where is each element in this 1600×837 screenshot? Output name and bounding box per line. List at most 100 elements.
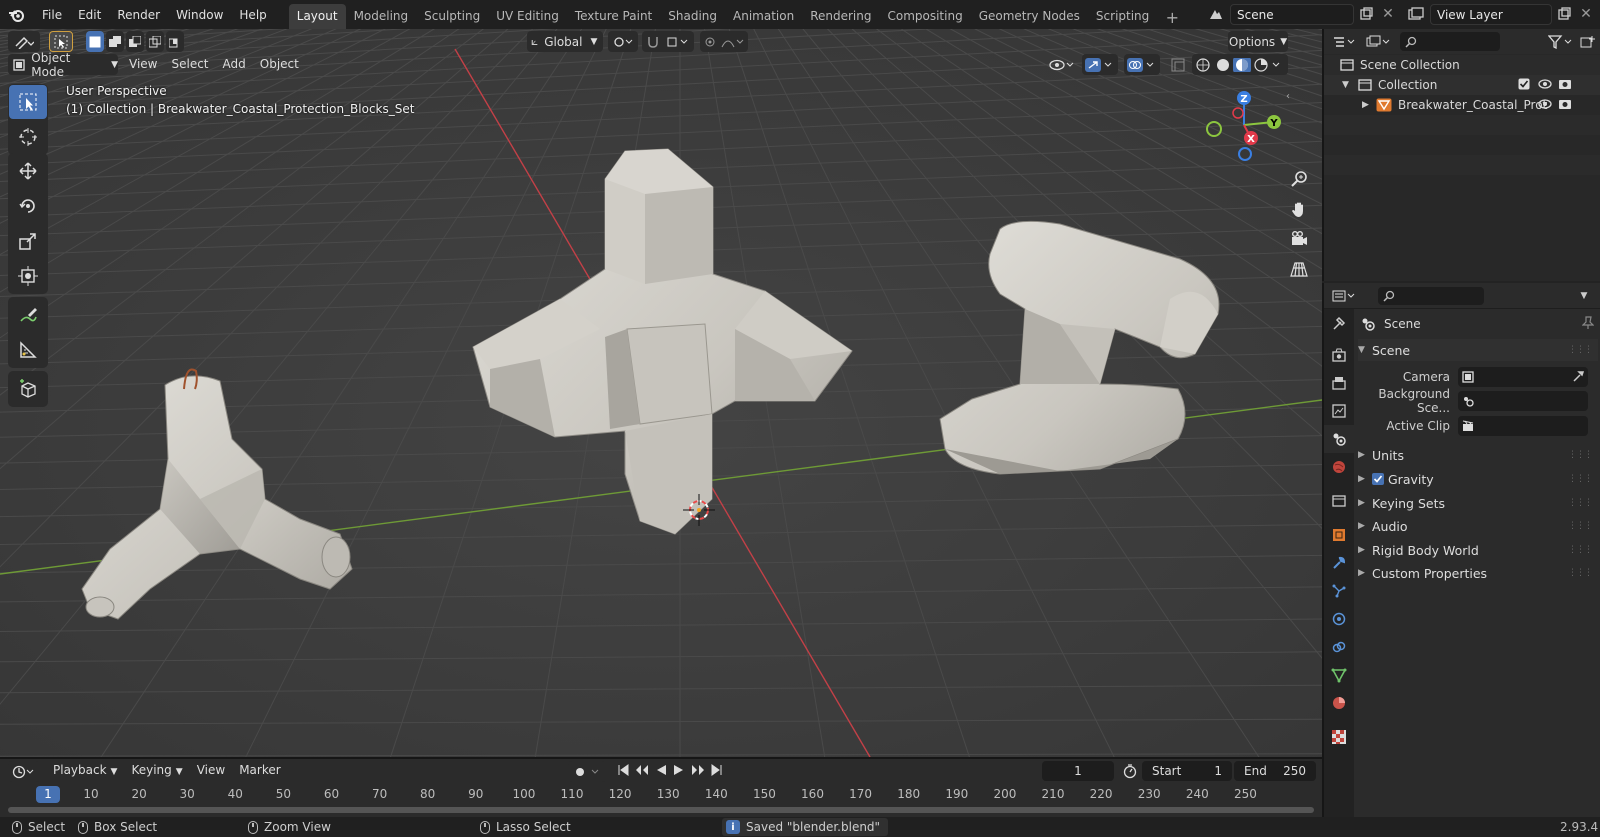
gravity-section[interactable]: ▶ Gravity ⋮⋮⋮ xyxy=(1358,468,1598,490)
pan-hand-icon[interactable] xyxy=(1284,195,1314,223)
proportional-editing-toggle[interactable] xyxy=(700,31,748,52)
editor-type-button[interactable] xyxy=(8,31,40,52)
frame-ruler[interactable]: 1 10 20 30 40 50 60 70 80 90 100 110 120 130 140 150 16… xyxy=(0,785,1322,805)
new-collection-icon[interactable] xyxy=(1578,32,1598,52)
scene-selector[interactable]: Scene xyxy=(1230,4,1354,25)
properties-search-input[interactable] xyxy=(1378,287,1484,305)
filter-icon[interactable] xyxy=(1546,32,1576,52)
drag-handle-icon[interactable]: ⋮⋮⋮ xyxy=(1568,474,1593,484)
delete-view-layer-icon[interactable]: ✕ xyxy=(1576,4,1596,24)
add-cube-tool[interactable] xyxy=(9,372,47,406)
eyedropper-icon[interactable] xyxy=(1572,370,1585,385)
mode-extend-icon[interactable] xyxy=(106,31,124,52)
menu-playback[interactable]: Playback ▼ xyxy=(46,760,124,781)
rigid-body-world-section[interactable]: ▶ Rigid Body World ⋮⋮⋮ xyxy=(1358,539,1598,561)
scene-tab-icon[interactable] xyxy=(1324,425,1354,453)
render-tab-icon[interactable] xyxy=(1324,341,1354,369)
menu-object[interactable]: Object xyxy=(253,54,306,75)
gizmo-neg-y-icon[interactable] xyxy=(1206,121,1222,137)
xray-toggle-icon[interactable] xyxy=(1168,54,1188,75)
view-layer-tab-icon[interactable] xyxy=(1324,397,1354,425)
current-frame-field[interactable]: 1 xyxy=(1042,761,1114,781)
visibility-eye-icon[interactable] xyxy=(1046,54,1078,75)
camera-view-icon[interactable] xyxy=(1284,225,1314,253)
rotate-tool[interactable] xyxy=(9,189,47,223)
material-tab-icon[interactable] xyxy=(1324,689,1354,717)
object-tab-icon[interactable] xyxy=(1324,521,1354,549)
properties-editor-type-icon[interactable] xyxy=(1330,286,1360,306)
tab-scripting[interactable]: Scripting xyxy=(1088,4,1157,29)
tab-uv-editing[interactable]: UV Editing xyxy=(488,4,567,29)
menu-help[interactable]: Help xyxy=(231,4,274,26)
play-icon[interactable] xyxy=(670,764,688,779)
data-tab-icon[interactable] xyxy=(1324,661,1354,689)
expand-arrow-icon[interactable]: ▶ xyxy=(1362,100,1376,110)
start-frame-field[interactable]: Start 1 xyxy=(1142,761,1232,781)
perspective-toggle-icon[interactable] xyxy=(1284,255,1314,283)
collapse-arrow-icon[interactable]: ▼ xyxy=(1342,80,1358,90)
menu-edit[interactable]: Edit xyxy=(70,4,109,26)
move-tool[interactable] xyxy=(9,154,47,188)
tab-sculpting[interactable]: Sculpting xyxy=(416,4,488,29)
tool-tab-icon[interactable] xyxy=(1324,309,1354,337)
overlays-toggle[interactable] xyxy=(1124,54,1160,75)
outliner-editor-type-icon[interactable] xyxy=(1330,32,1360,52)
menu-render[interactable]: Render xyxy=(109,4,168,26)
timeline-scrollbar[interactable] xyxy=(8,807,1314,813)
auto-keying-toggle[interactable] xyxy=(568,761,606,782)
menu-keying[interactable]: Keying ▼ xyxy=(124,760,189,781)
outliner-collection-row[interactable]: ▼ Collection xyxy=(1324,75,1600,95)
mode-intersect-icon[interactable] xyxy=(166,31,184,52)
add-workspace-button[interactable]: + xyxy=(1161,7,1183,29)
drag-handle-icon[interactable]: ⋮⋮⋮ xyxy=(1568,450,1593,460)
scale-tool[interactable] xyxy=(9,224,47,258)
drag-handle-icon[interactable]: ⋮⋮⋮ xyxy=(1568,568,1593,578)
tab-rendering[interactable]: Rendering xyxy=(802,4,879,29)
viewport-scene[interactable] xyxy=(0,29,1322,757)
measure-tool[interactable] xyxy=(9,333,47,367)
view-layer-icon[interactable] xyxy=(1406,4,1426,24)
select-box-tool[interactable] xyxy=(9,85,47,119)
snap-toggle[interactable] xyxy=(642,31,694,52)
outliner-scene-collection-row[interactable]: Scene Collection xyxy=(1324,55,1600,75)
exclude-checkbox-icon[interactable] xyxy=(1518,78,1530,93)
particles-tab-icon[interactable] xyxy=(1324,577,1354,605)
zoom-icon[interactable] xyxy=(1284,165,1314,193)
units-section[interactable]: ▶ Units ⋮⋮⋮ xyxy=(1358,444,1598,466)
menu-add[interactable]: Add xyxy=(216,54,253,75)
menu-select[interactable]: Select xyxy=(164,54,215,75)
mode-new-icon[interactable] xyxy=(86,31,104,52)
drag-handle-icon[interactable]: ⋮⋮⋮ xyxy=(1568,345,1593,355)
drag-handle-icon[interactable]: ⋮⋮⋮ xyxy=(1568,498,1593,508)
texture-tab-icon[interactable] xyxy=(1324,723,1354,751)
gizmo-neg-x-icon[interactable] xyxy=(1232,107,1244,119)
tab-modeling[interactable]: Modeling xyxy=(346,4,417,29)
menu-view[interactable]: View xyxy=(122,54,164,75)
status-message[interactable]: i Saved "blender.blend" xyxy=(722,818,889,836)
delete-scene-icon[interactable]: ✕ xyxy=(1378,4,1398,24)
3d-viewport[interactable]: ⟀ Global ▼ Options ▼ Object Mode ▼ View … xyxy=(0,29,1322,757)
blender-logo-icon[interactable] xyxy=(0,0,34,29)
physics-tab-icon[interactable] xyxy=(1324,605,1354,633)
tab-geometry-nodes[interactable]: Geometry Nodes xyxy=(971,4,1088,29)
new-scene-icon[interactable] xyxy=(1356,4,1376,24)
keying-sets-section[interactable]: ▶ Keying Sets ⋮⋮⋮ xyxy=(1358,492,1598,514)
tab-compositing[interactable]: Compositing xyxy=(879,4,970,29)
scene-icon[interactable] xyxy=(1206,4,1226,24)
transform-orientation-dropdown[interactable]: ⟀ Global ▼ xyxy=(527,31,603,52)
prev-keyframe-icon[interactable] xyxy=(632,764,652,779)
eye-icon[interactable] xyxy=(1538,78,1552,93)
menu-marker[interactable]: Marker xyxy=(232,760,287,781)
menu-file[interactable]: File xyxy=(34,4,70,26)
next-keyframe-icon[interactable] xyxy=(688,764,708,779)
tab-texture-paint[interactable]: Texture Paint xyxy=(567,4,660,29)
jump-start-icon[interactable] xyxy=(614,764,632,779)
constraints-tab-icon[interactable] xyxy=(1324,633,1354,661)
annotate-tool[interactable] xyxy=(9,298,47,332)
camera-field[interactable] xyxy=(1458,367,1588,387)
drag-handle-icon[interactable]: ⋮⋮⋮ xyxy=(1568,521,1593,531)
tab-animation[interactable]: Animation xyxy=(725,4,802,29)
select-tool-button[interactable] xyxy=(49,31,73,52)
display-mode-icon[interactable] xyxy=(1364,32,1394,52)
view-layer-selector[interactable]: View Layer xyxy=(1430,4,1552,25)
